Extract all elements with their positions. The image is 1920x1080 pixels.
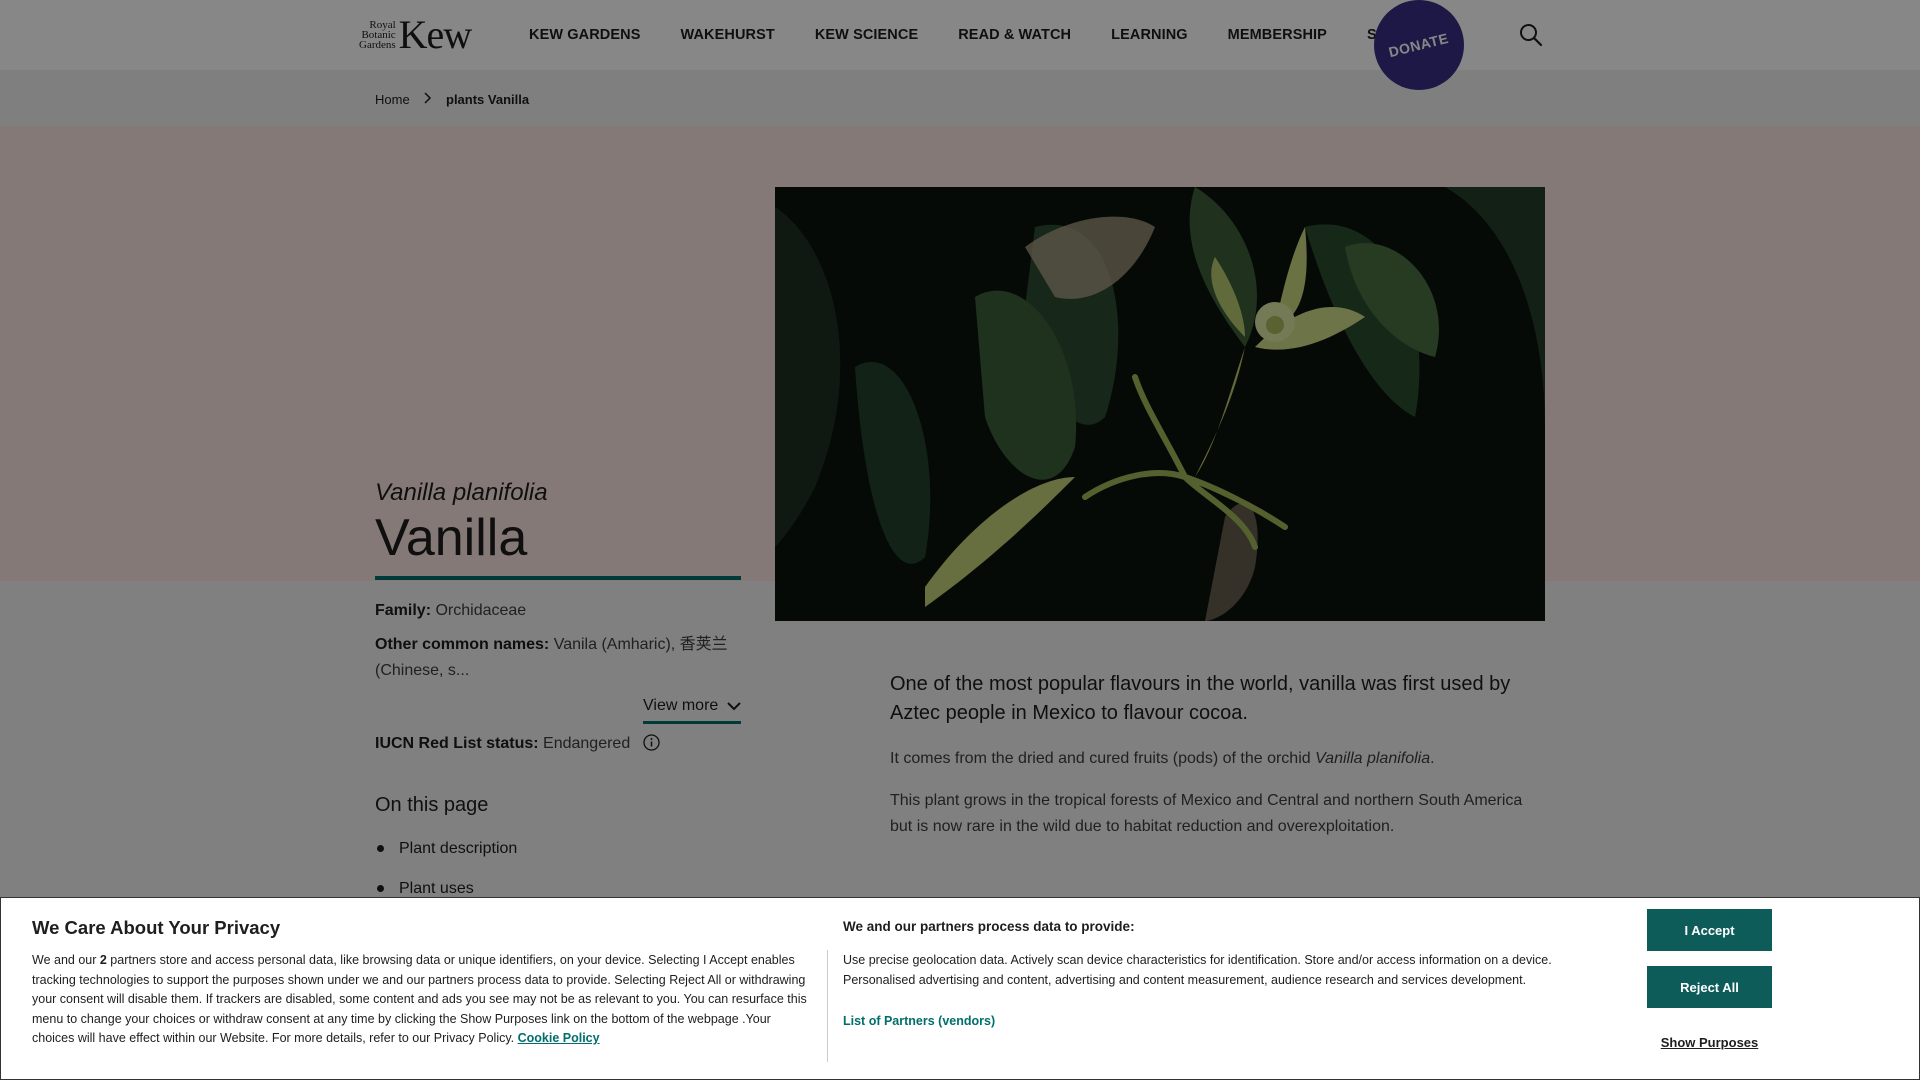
cookie-title: We Care About Your Privacy <box>32 917 281 938</box>
cookie-consent-banner: We Care About Your Privacy We and our 2 … <box>0 897 1920 1080</box>
show-purposes-link[interactable]: Show Purposes <box>1647 1035 1772 1050</box>
cookie-policy-link[interactable]: Cookie Policy <box>518 1031 600 1045</box>
reject-all-button[interactable]: Reject All <box>1647 966 1772 1008</box>
cookie-purposes-text: Use precise geolocation data. Actively s… <box>843 953 1552 987</box>
cookie-divider <box>827 950 828 1062</box>
cookie-description: We and our 2 partners store and access p… <box>32 953 807 1046</box>
accept-button[interactable]: I Accept <box>1647 909 1772 951</box>
cookie-purposes-title: We and our partners process data to prov… <box>843 919 1135 934</box>
partners-list-link[interactable]: List of Partners (vendors) <box>843 1014 995 1028</box>
